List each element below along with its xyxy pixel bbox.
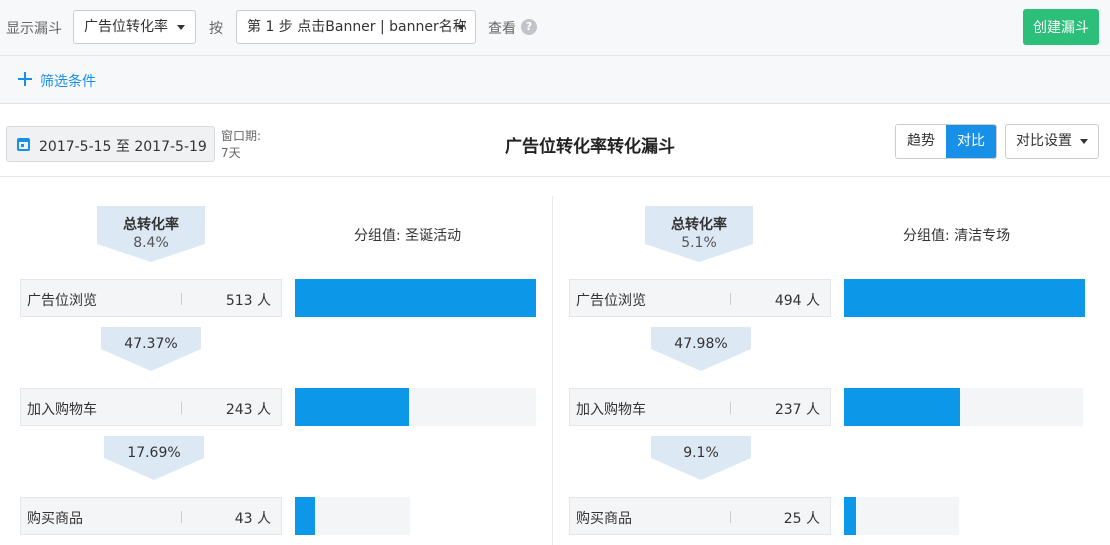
step-separator — [181, 293, 182, 305]
step-select-value: 第 1 步 点击Banner | banner名称 — [247, 19, 467, 35]
funnel-step: 加入购物车 237 人 — [569, 388, 831, 426]
funnel-select-value: 广告位转化率 — [84, 19, 168, 35]
conversion-arrow: 17.69% — [104, 436, 204, 480]
funnel-select[interactable]: 广告位转化率 — [73, 10, 196, 44]
create-funnel-button[interactable]: 创建漏斗 — [1023, 9, 1099, 45]
plus-icon[interactable] — [18, 72, 32, 86]
conversion-rate: 47.37% — [124, 336, 178, 352]
chevron-down-icon — [1080, 139, 1088, 144]
by-label: 按 — [209, 21, 223, 37]
compare-settings-label: 对比设置 — [1016, 133, 1072, 149]
view-toggle: 趋势 对比 — [895, 124, 997, 159]
step-bar-fill — [295, 497, 315, 535]
step-separator — [181, 402, 182, 414]
step-bar-fill — [295, 388, 409, 426]
conversion-arrow: 47.37% — [101, 327, 201, 371]
funnel-step: 购买商品 25 人 — [569, 497, 831, 535]
step-name: 广告位浏览 — [576, 293, 646, 309]
header-divider — [0, 176, 1110, 177]
step-separator — [181, 511, 182, 523]
step-count: 43 人 — [234, 511, 271, 527]
step-name: 购买商品 — [576, 511, 632, 527]
funnel-step: 购买商品 43 人 — [20, 497, 282, 535]
view-label: 查看 — [488, 21, 516, 37]
step-bar — [295, 388, 536, 426]
compare-settings-select[interactable]: 对比设置 — [1005, 124, 1099, 159]
group-label: 分组值: 圣诞活动 — [354, 228, 462, 244]
step-name: 加入购物车 — [27, 402, 97, 418]
group-label: 分组值: 清洁专场 — [903, 228, 1011, 244]
step-select[interactable]: 第 1 步 点击Banner | banner名称 — [236, 10, 476, 44]
conversion-rate: 47.98% — [674, 336, 728, 352]
funnel-step: 加入购物车 243 人 — [20, 388, 282, 426]
total-conversion-label: 总转化率 — [671, 217, 727, 233]
step-count: 25 人 — [783, 511, 820, 527]
step-separator — [730, 402, 731, 414]
total-conversion-value: 8.4% — [133, 235, 169, 251]
funnel-step: 广告位浏览 513 人 — [20, 279, 282, 317]
conversion-rate: 9.1% — [683, 445, 719, 461]
total-conversion-label: 总转化率 — [123, 217, 179, 233]
step-count: 513 人 — [225, 293, 271, 309]
tab-trend[interactable]: 趋势 — [896, 125, 946, 158]
chevron-down-icon — [457, 25, 465, 30]
conversion-arrow: 9.1% — [651, 436, 751, 480]
help-icon[interactable]: ? — [521, 19, 537, 35]
step-bar — [844, 497, 959, 535]
add-filter-link[interactable]: 筛选条件 — [40, 71, 96, 91]
step-bar — [844, 279, 1085, 317]
step-count: 494 人 — [774, 293, 820, 309]
total-conversion-badge: 总转化率 5.1% — [645, 206, 753, 262]
step-bar — [844, 388, 1083, 426]
chevron-down-icon — [177, 25, 185, 30]
step-separator — [730, 293, 731, 305]
filter-bar: 筛选条件 — [0, 56, 1110, 104]
step-bar-fill — [844, 388, 960, 426]
step-bar — [295, 279, 536, 317]
group-divider — [552, 196, 553, 545]
top-toolbar: 显示漏斗 广告位转化率 按 第 1 步 点击Banner | banner名称 … — [0, 0, 1110, 56]
step-name: 广告位浏览 — [27, 293, 97, 309]
step-name: 加入购物车 — [576, 402, 646, 418]
show-funnel-label: 显示漏斗 — [6, 21, 62, 37]
step-bar-fill — [844, 279, 1085, 317]
step-count: 243 人 — [225, 402, 271, 418]
total-conversion-badge: 总转化率 8.4% — [97, 206, 205, 262]
step-separator — [730, 511, 731, 523]
step-name: 购买商品 — [27, 511, 83, 527]
total-conversion-value: 5.1% — [681, 235, 717, 251]
step-bar-fill — [844, 497, 856, 535]
step-bar — [295, 497, 410, 535]
tab-compare[interactable]: 对比 — [946, 125, 996, 158]
conversion-arrow: 47.98% — [651, 327, 751, 371]
conversion-rate: 17.69% — [127, 445, 181, 461]
funnel-step: 广告位浏览 494 人 — [569, 279, 831, 317]
step-bar-fill — [295, 279, 536, 317]
step-count: 237 人 — [774, 402, 820, 418]
